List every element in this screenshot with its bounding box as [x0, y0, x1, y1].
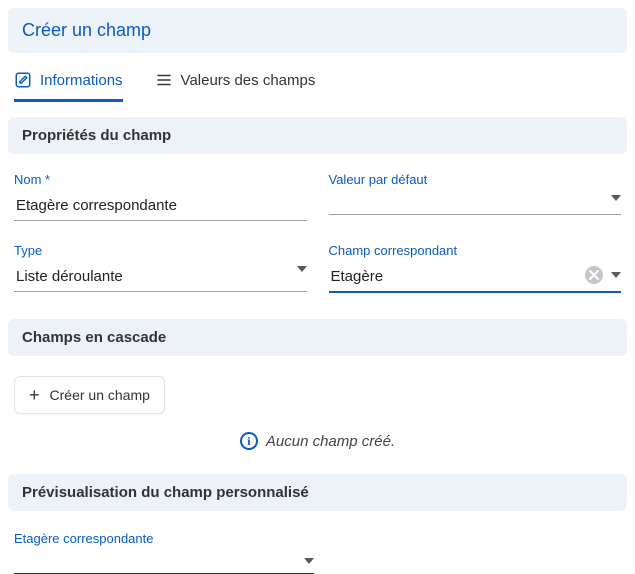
- close-icon: [589, 270, 599, 280]
- preview-area: Etagère correspondante: [8, 519, 627, 574]
- section-header-preview: Prévisualisation du champ personnalisé: [8, 474, 627, 511]
- type-select[interactable]: Liste déroulante: [14, 264, 307, 292]
- preview-field: Etagère correspondante: [14, 531, 314, 574]
- adornments: [304, 558, 314, 564]
- field-value: Etagère: [331, 268, 384, 285]
- section-title: Champs en cascade: [22, 329, 166, 346]
- name-input[interactable]: Etagère correspondante: [14, 193, 307, 221]
- adornments: [585, 266, 621, 284]
- tab-informations[interactable]: Informations: [14, 63, 123, 102]
- chevron-down-icon: [297, 266, 307, 272]
- empty-text: Aucun champ créé.: [266, 433, 395, 450]
- section-header-cascade: Champs en cascade: [8, 319, 627, 356]
- empty-state: i Aucun champ créé.: [14, 414, 621, 466]
- properties-form: Nom * Etagère correspondante Valeur par …: [8, 162, 627, 319]
- clear-button[interactable]: [585, 266, 603, 284]
- tab-strip: Informations Valeurs des champs: [8, 63, 627, 103]
- plus-icon: +: [29, 388, 40, 402]
- info-icon: i: [240, 432, 258, 450]
- tab-field-values[interactable]: Valeurs des champs: [155, 63, 316, 102]
- corresponding-select[interactable]: Etagère: [329, 264, 622, 293]
- field-name: Nom * Etagère correspondante: [14, 172, 307, 221]
- edit-icon: [14, 71, 32, 89]
- tab-label: Informations: [40, 72, 123, 89]
- page-title-bar: Créer un champ: [8, 8, 627, 53]
- field-type: Type Liste déroulante: [14, 243, 307, 293]
- default-value-select[interactable]: [329, 193, 622, 215]
- cascade-area: + Créer un champ i Aucun champ créé.: [8, 364, 627, 474]
- field-label: Champ correspondant: [329, 243, 622, 258]
- tab-label: Valeurs des champs: [181, 72, 316, 89]
- adornments: [611, 195, 621, 201]
- field-corresponding: Champ correspondant Etagère: [329, 243, 622, 293]
- list-icon: [155, 71, 173, 89]
- page-title: Créer un champ: [22, 20, 151, 40]
- adornments: [297, 266, 307, 272]
- chevron-down-icon: [611, 272, 621, 278]
- button-label: Créer un champ: [50, 387, 150, 403]
- field-default-value: Valeur par défaut: [329, 172, 622, 221]
- field-value: Etagère correspondante: [16, 197, 177, 214]
- section-title: Propriétés du champ: [22, 127, 171, 144]
- field-label: Type: [14, 243, 307, 258]
- field-label: Valeur par défaut: [329, 172, 622, 187]
- preview-field-label: Etagère correspondante: [14, 531, 314, 546]
- field-value: Liste déroulante: [16, 268, 123, 285]
- preview-select[interactable]: [14, 556, 314, 574]
- chevron-down-icon: [304, 558, 314, 564]
- chevron-down-icon: [611, 195, 621, 201]
- section-header-properties: Propriétés du champ: [8, 117, 627, 154]
- field-label: Nom *: [14, 172, 307, 187]
- section-title: Prévisualisation du champ personnalisé: [22, 484, 309, 501]
- create-field-button[interactable]: + Créer un champ: [14, 376, 165, 414]
